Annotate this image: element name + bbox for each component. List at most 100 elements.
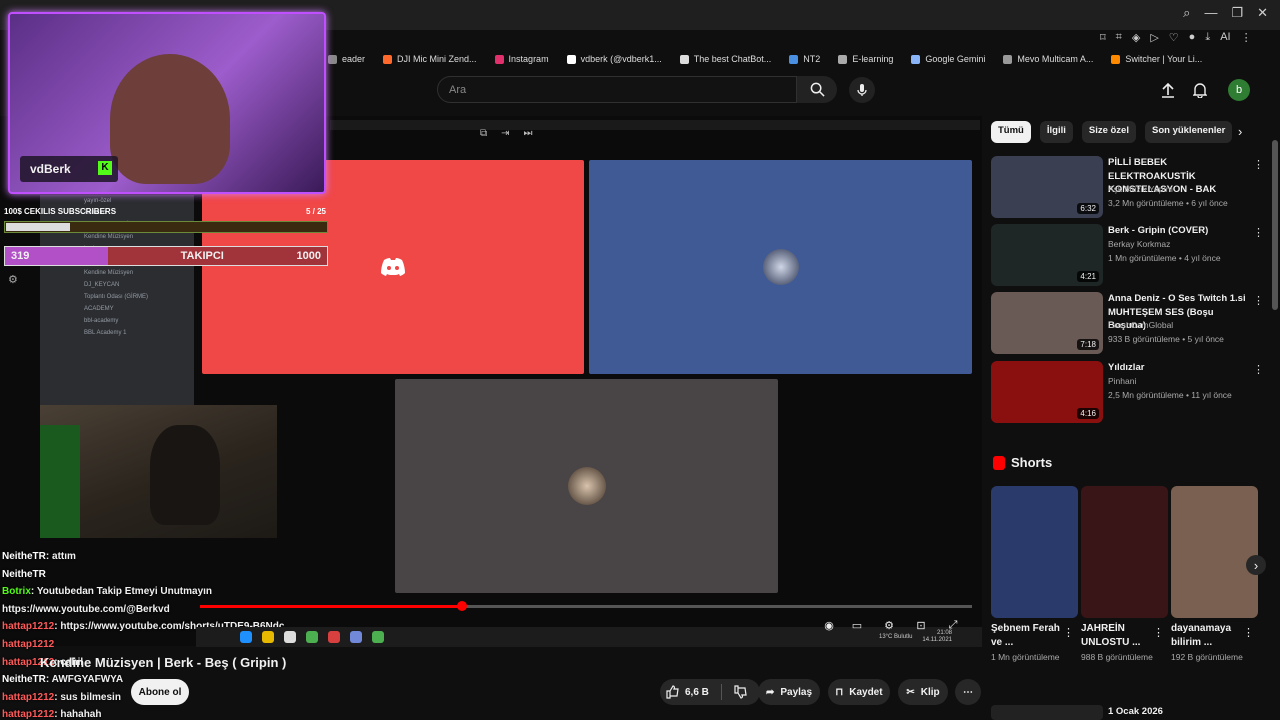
minimize-icon[interactable]: — — [1204, 5, 1217, 21]
more-icon[interactable]: ⋮ — [1253, 226, 1264, 239]
recommendation-item[interactable]: 6:32 PİLLİ BEBEK ELEKTROAKUSTİK KONSTELA… — [991, 156, 1266, 218]
channel-name[interactable]: CrashCamGlobal — [1108, 319, 1173, 333]
voice-search-button[interactable] — [849, 77, 875, 103]
follower-goal: 319 TAKIPCI 1000 — [4, 246, 328, 266]
video-thumbnail[interactable]: 6:32 — [991, 156, 1103, 218]
next-thumbnail[interactable] — [991, 705, 1103, 720]
chip[interactable]: Son yüklenenler — [1144, 121, 1233, 143]
download-icon[interactable]: ⤓ — [1205, 31, 1210, 44]
more-icon[interactable]: ⋮ — [1243, 626, 1254, 639]
gear-icon: ⚙ — [884, 620, 894, 632]
fullscreen-button[interactable]: ⤢ — [944, 619, 962, 635]
bookmark-label: Instagram — [508, 54, 549, 64]
miniplayer-button[interactable]: ⊡ — [912, 619, 930, 635]
bookmark-item[interactable]: eader — [328, 54, 365, 64]
short-thumbnail[interactable] — [1171, 486, 1258, 618]
bookmark-label: NT2 — [803, 54, 821, 64]
bookmark-item[interactable]: vdberk (@vdberk1... — [566, 54, 662, 64]
subscribe-button[interactable]: Abone ol — [131, 679, 189, 705]
bookmark-item[interactable]: The best ChatBot... — [679, 54, 771, 64]
chat-user: Botrix — [2, 586, 31, 598]
search-icon[interactable]: ⌕ — [1183, 5, 1190, 21]
chips-next-icon[interactable]: › — [1238, 124, 1242, 139]
short-info[interactable]: dayanamaya bilirim ... 192 B görüntüleme — [1171, 622, 1251, 664]
upload-button[interactable] — [1158, 80, 1178, 100]
progress-scrubber[interactable] — [457, 601, 467, 611]
chip[interactable]: Tümü — [991, 121, 1031, 143]
clock-date: 14.11.2021 — [922, 637, 952, 643]
more-actions-button[interactable]: ⋯ — [955, 679, 981, 705]
autoplay-toggle[interactable]: ◉ — [820, 619, 838, 635]
close-icon[interactable]: ✕ — [1257, 5, 1268, 21]
bookmark-item[interactable]: E-learning — [838, 54, 893, 64]
puzzle-icon[interactable]: ⌗ — [1116, 31, 1122, 44]
more-icon[interactable]: ⋮ — [1253, 158, 1264, 171]
video-thumbnail[interactable]: 4:21 — [991, 224, 1103, 286]
bookmark-item[interactable]: Mevo Multicam A... — [1003, 54, 1093, 64]
more-icon[interactable]: ⋮ — [1253, 294, 1264, 307]
save-label: Kaydet — [849, 686, 883, 698]
bookmark-favicon-icon — [838, 54, 848, 64]
search-button[interactable] — [797, 76, 837, 103]
more-icon[interactable]: ⋮ — [1253, 363, 1264, 376]
short-thumbnail[interactable] — [1081, 486, 1168, 618]
like-button[interactable]: 6,6 B — [666, 685, 709, 699]
recommendation-item[interactable]: 4:21 Berk - Gripin (COVER) Berkay Korkma… — [991, 224, 1266, 286]
recommendation-title[interactable]: Yıldızlar — [1108, 361, 1248, 375]
bookmark-favicon-icon — [911, 54, 921, 64]
popout-icon[interactable]: ⧉ — [480, 128, 487, 139]
avatar[interactable]: b — [1228, 79, 1250, 101]
extension-icons: ⌑ ⌗ ◈ ▷ ♡ ● ⤓ AI ⋮ — [1100, 31, 1252, 44]
chat-message: NeitheTR — [2, 566, 332, 584]
kick-logo-icon: K — [98, 161, 112, 175]
video-progress-bar[interactable] — [200, 601, 972, 611]
chip[interactable]: İlgili — [1039, 121, 1073, 143]
more-icon[interactable]: ⋮ — [1063, 626, 1074, 639]
shield-icon[interactable]: ◈ — [1132, 31, 1140, 44]
channel-name[interactable]: Pinhani — [1108, 375, 1136, 389]
subtitles-button[interactable]: ▭ — [848, 619, 866, 635]
channel-name[interactable]: Aşk Müzik Yapım — [1108, 183, 1173, 197]
ai-icon[interactable]: AI — [1220, 31, 1230, 44]
search-input[interactable]: Ara — [437, 76, 797, 103]
chat-user: hattap1212 — [2, 691, 55, 703]
menu-icon[interactable]: ⋮ — [1241, 31, 1252, 44]
shorts-next-button[interactable]: › — [1246, 555, 1266, 575]
save-button[interactable]: ⊓ Kaydet — [828, 679, 890, 705]
recommendation-title[interactable]: Berk - Gripin (COVER) — [1108, 224, 1248, 238]
bookmark-item[interactable]: Google Gemini — [911, 54, 985, 64]
follower-label: TAKIPCI — [180, 250, 224, 262]
bookmark-icon[interactable]: ⌑ — [1100, 31, 1106, 44]
bookmark-item[interactable]: DJI Mic Mini Zend... — [383, 54, 477, 64]
thumbs-down-icon[interactable] — [734, 685, 748, 699]
share-button[interactable]: ➦ Paylaş — [758, 679, 820, 705]
play-icon[interactable]: ▷ — [1150, 31, 1158, 44]
short-info[interactable]: JAHREİN UNLOSTU ... 988 B görüntüleme — [1081, 622, 1161, 664]
clip-button[interactable]: ✂ Klip — [898, 679, 948, 705]
settings-button[interactable]: ⚙ — [880, 619, 898, 635]
recommendation-item[interactable]: 7:18 Anna Deniz - O Ses Twitch 1.si MUHT… — [991, 292, 1266, 354]
chat-message: NeitheTR: attım — [2, 548, 332, 566]
clip-label: Klip — [920, 686, 940, 698]
short-thumbnail[interactable] — [991, 486, 1078, 618]
more-icon[interactable]: ⋮ — [1153, 626, 1164, 639]
skip-icon[interactable]: ⏭ — [524, 128, 533, 139]
bookmark-item[interactable]: Switcher | Your Li... — [1111, 54, 1202, 64]
bookmark-item[interactable]: NT2 — [789, 54, 820, 64]
bookmark-favicon-icon — [789, 54, 799, 64]
profile-icon[interactable]: ● — [1189, 31, 1196, 44]
restore-icon[interactable]: ❐ — [1231, 5, 1243, 21]
bookmark-item[interactable]: Instagram — [494, 54, 549, 64]
video-thumbnail[interactable]: 7:18 — [991, 292, 1103, 354]
channel-name[interactable]: Berkay Korkmaz — [1108, 238, 1170, 252]
discord-titlebar — [330, 120, 980, 130]
scrollbar[interactable] — [1272, 140, 1278, 310]
short-info[interactable]: Şebnem Ferah ve ... 1 Mn görüntüleme — [991, 622, 1071, 664]
video-thumbnail[interactable]: 4:16 — [991, 361, 1103, 423]
discord-channel: DJ_KEYCAN — [84, 282, 120, 288]
chip[interactable]: Size özel — [1081, 121, 1136, 143]
exit-icon[interactable]: ⇥ — [501, 128, 509, 139]
notifications-button[interactable] — [1190, 80, 1210, 100]
heart-icon[interactable]: ♡ — [1169, 31, 1179, 44]
recommendation-item[interactable]: 4:16 Yıldızlar Pinhani 2,5 Mn görüntülem… — [991, 361, 1266, 423]
